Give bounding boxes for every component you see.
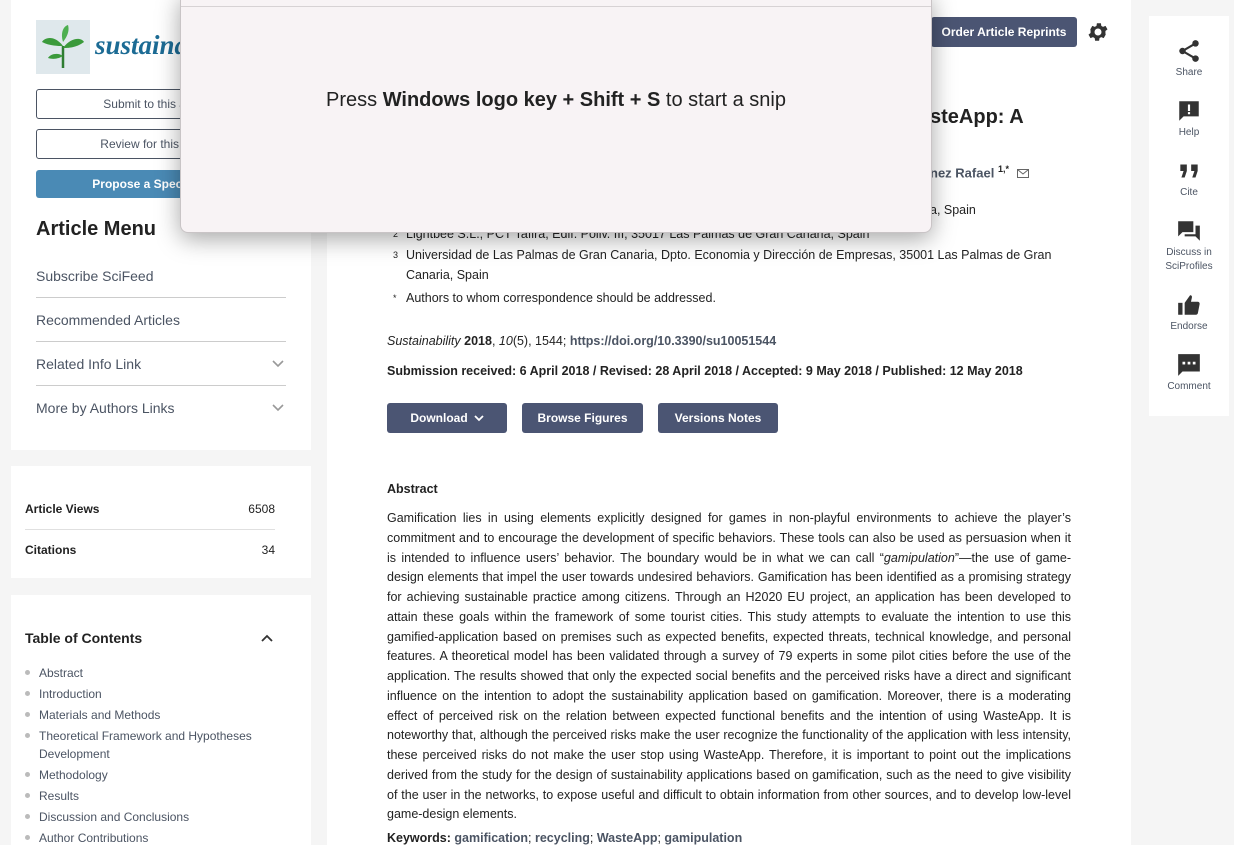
keyword-link[interactable]: WasteApp — [597, 831, 658, 845]
article-title: steApp: A — [930, 106, 1024, 128]
browse-figures-button[interactable]: Browse Figures — [522, 403, 643, 433]
quote-icon — [1180, 164, 1198, 178]
menu-item-label: Subscribe SciFeed — [36, 268, 154, 284]
article-views-row[interactable]: Article Views 6508 — [25, 502, 275, 516]
toc-title: Table of Contents — [25, 630, 143, 646]
snipping-tool-overlay[interactable]: Press Windows logo key + Shift + S to st… — [180, 0, 932, 233]
citations-row[interactable]: Citations 34 — [25, 543, 275, 557]
toc-item-results[interactable]: Results — [25, 787, 269, 805]
affiliation-3-num: 3 — [393, 250, 399, 260]
bullet-icon — [25, 793, 30, 798]
correspondence-note: Authors to whom correspondence should be… — [406, 291, 716, 305]
menu-item-subscribe[interactable]: Subscribe SciFeed — [36, 254, 286, 298]
author-name: nez Rafael — [930, 165, 995, 181]
affiliation-3: Universidad de Las Palmas de Gran Canari… — [406, 248, 1052, 282]
toc-item-methodology[interactable]: Methodology — [25, 766, 269, 784]
share-button[interactable]: Share — [1149, 38, 1229, 80]
menu-item-label: Related Info Link — [36, 356, 142, 372]
toc-item-discussion[interactable]: Discussion and Conclusions — [25, 808, 269, 826]
citations-value: 34 — [261, 543, 275, 557]
toc-item-abstract[interactable]: Abstract — [25, 664, 269, 682]
publication-dates: Submission received: 6 April 2018 / Revi… — [387, 364, 1023, 378]
chevron-down-icon[interactable] — [270, 356, 286, 372]
bullet-icon — [25, 691, 30, 696]
help-button[interactable]: Help — [1149, 98, 1229, 140]
endorse-button[interactable]: Endorse — [1149, 292, 1229, 334]
bullet-icon — [25, 772, 30, 777]
toc-item-materials[interactable]: Materials and Methods — [25, 706, 269, 724]
author-link[interactable]: nez Rafael 1,* — [930, 164, 1029, 181]
feedback-icon — [1179, 101, 1199, 121]
bullet-icon — [25, 835, 30, 840]
article-views-value: 6508 — [248, 502, 275, 516]
bullet-icon — [25, 712, 30, 717]
snip-toolbar[interactable] — [181, 0, 931, 7]
toc-item-label: Author Contributions — [39, 831, 149, 845]
right-action-bar: Share Help Cite Discuss in SciProfiles E… — [1149, 16, 1229, 416]
toc-item-introduction[interactable]: Introduction — [25, 685, 269, 703]
divider — [25, 529, 275, 530]
discuss-button[interactable]: Discuss in SciProfiles — [1149, 218, 1229, 274]
keyword-link[interactable]: gamipulation — [664, 831, 742, 845]
leaf-logo-icon — [42, 25, 84, 68]
menu-item-label: More by Authors Links — [36, 400, 175, 416]
toc-item-label: Discussion and Conclusions — [39, 810, 190, 824]
download-button[interactable]: Download — [387, 403, 507, 433]
mail-icon[interactable] — [1016, 166, 1029, 181]
abstract-text: Gamification lies in using elements expl… — [387, 511, 1071, 822]
menu-item-related-info[interactable]: Related Info Link — [36, 342, 286, 386]
doi-link[interactable]: https://doi.org/10.3390/su10051544 — [570, 334, 776, 348]
forum-icon — [1178, 221, 1200, 241]
bullet-icon — [25, 670, 30, 675]
bullet-icon — [25, 733, 30, 738]
comment-icon — [1178, 354, 1200, 376]
citation-line: Sustainability 2018, 10(5), 1544; https:… — [387, 334, 777, 348]
toc-item-label: Theoretical Framework and Hypotheses Dev… — [39, 729, 252, 761]
toc-item-author-contributions[interactable]: Author Contributions — [25, 829, 269, 845]
versions-notes-button[interactable]: Versions Notes — [658, 403, 778, 433]
bullet-icon — [25, 814, 30, 819]
author-affil-sup: 1,* — [997, 164, 1009, 174]
cite-button[interactable]: Cite — [1149, 158, 1229, 200]
citations-label: Citations — [25, 543, 77, 557]
menu-item-label: Recommended Articles — [36, 312, 180, 328]
abstract-heading: Abstract — [387, 482, 438, 496]
article-menu-title: Article Menu — [36, 218, 157, 240]
snip-instruction: Press Windows logo key + Shift + S to st… — [326, 89, 786, 111]
chevron-up-icon[interactable] — [259, 630, 275, 646]
toc-item-label: Introduction — [39, 687, 102, 701]
affiliation-1-tail: a, Spain — [930, 203, 976, 217]
article-views-label: Article Views — [25, 502, 100, 516]
thumb-up-icon — [1178, 295, 1200, 315]
keyword-link[interactable]: gamification — [454, 831, 528, 845]
journal-logo[interactable] — [36, 20, 90, 74]
keyword-link[interactable]: recycling — [535, 831, 590, 845]
toc-item-framework[interactable]: Theoretical Framework and Hypotheses Dev… — [25, 727, 269, 763]
order-reprints-button[interactable]: Order Article Reprints — [931, 17, 1077, 47]
metrics-card — [11, 466, 311, 578]
toc-item-label: Materials and Methods — [39, 708, 161, 722]
menu-item-more-by-authors[interactable]: More by Authors Links — [36, 386, 286, 430]
chevron-down-icon[interactable] — [270, 400, 286, 416]
menu-item-recommended[interactable]: Recommended Articles — [36, 298, 286, 342]
share-icon — [1179, 40, 1199, 62]
toc-item-label: Results — [39, 789, 80, 803]
toc-item-label: Abstract — [39, 666, 84, 680]
keywords: Keywords: gamification; recycling; Waste… — [387, 831, 743, 845]
toc-item-label: Methodology — [39, 768, 108, 782]
chevron-down-icon — [474, 414, 484, 421]
comment-button[interactable]: Comment — [1149, 352, 1229, 394]
gear-icon[interactable] — [1086, 20, 1110, 44]
toc-header[interactable]: Table of Contents — [25, 630, 275, 646]
correspondence-mark: * — [393, 293, 397, 303]
